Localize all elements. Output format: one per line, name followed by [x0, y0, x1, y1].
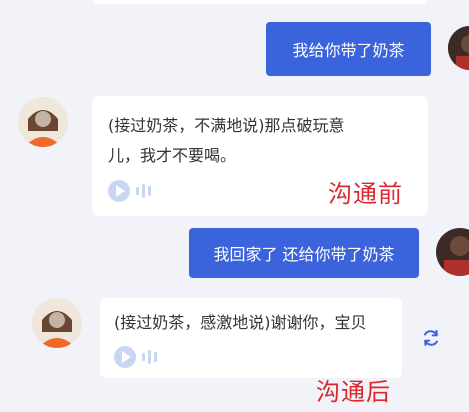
play-icon[interactable]: [108, 180, 130, 202]
ai-reply-message: (接过奶茶，感激地说)谢谢你，宝贝: [114, 308, 367, 338]
voice-playback[interactable]: [114, 346, 157, 368]
ai-reply-message: (接过奶茶，不满地说)那点破玩意儿，我才不要喝。: [108, 111, 368, 171]
ai-avatar-image: [32, 298, 82, 348]
ai-avatar-image: [18, 97, 68, 147]
play-icon[interactable]: [114, 346, 136, 368]
avatar: [448, 26, 469, 70]
reply-action-text: (接过奶茶，不满地说): [108, 116, 265, 135]
refresh-icon[interactable]: [421, 328, 441, 348]
user-message-text: 我给你带了奶茶: [292, 41, 405, 60]
reply-text: 谢谢你，宝贝: [270, 313, 367, 332]
voice-wave-icon: [142, 350, 157, 364]
ai-reply-card: (接过奶茶，不满地说)那点破玩意儿，我才不要喝。 沟通前: [92, 96, 428, 216]
avatar: [18, 97, 68, 147]
previous-message-card: [92, 0, 428, 4]
voice-playback[interactable]: [108, 180, 151, 202]
user-avatar-image: [436, 228, 469, 276]
caption-after: 沟通后: [316, 378, 391, 406]
user-message-bubble[interactable]: 我回家了 还给你带了奶茶: [189, 228, 419, 278]
user-message-text: 我回家了 还给你带了奶茶: [213, 245, 395, 264]
caption-before: 沟通前: [328, 180, 403, 208]
user-avatar-image: [448, 26, 469, 70]
user-message-bubble[interactable]: 我给你带了奶茶: [266, 22, 431, 76]
avatar: [32, 298, 82, 348]
reply-action-text: (接过奶茶，感激地说): [114, 313, 271, 332]
ai-reply-card: (接过奶茶，感激地说)谢谢你，宝贝: [100, 298, 402, 378]
avatar: [436, 228, 469, 276]
voice-wave-icon: [136, 184, 151, 198]
